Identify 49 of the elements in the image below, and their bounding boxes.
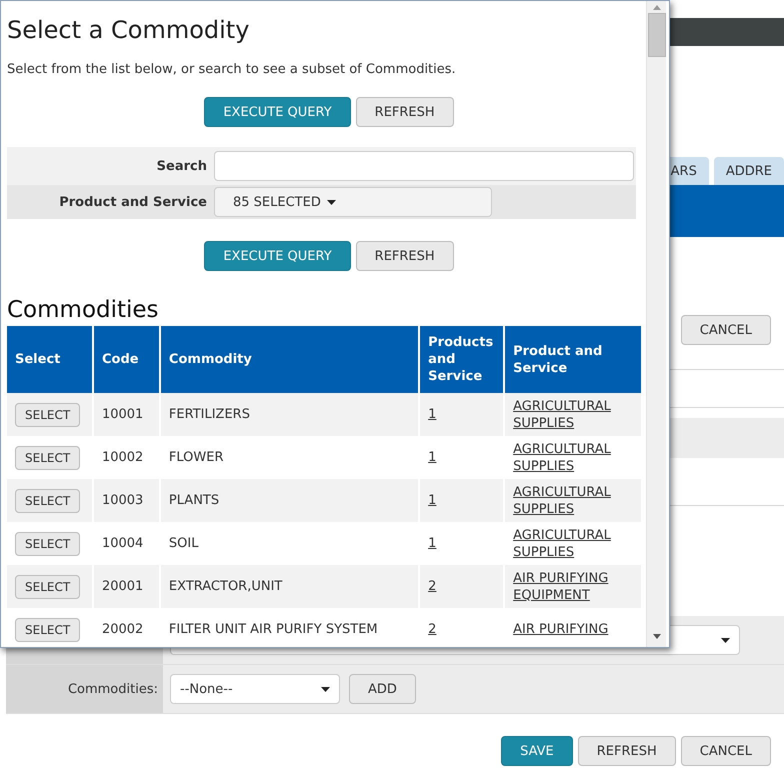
dialog-title: Select a Commodity bbox=[7, 16, 250, 44]
column-header: Select bbox=[7, 326, 93, 393]
product-link[interactable]: AGRICULTURAL SUPPLIES bbox=[513, 398, 633, 432]
product-link[interactable]: AGRICULTURAL SUPPLIES bbox=[513, 526, 633, 560]
table-cell: FILTER UNIT AIR PURIFY SYSTEM bbox=[160, 608, 420, 647]
caret-icon bbox=[321, 686, 330, 692]
instructions: Select from the list below, or search to see a subset of Commodities. bbox=[7, 62, 457, 77]
select-button[interactable]: SELECT bbox=[15, 446, 80, 470]
tab[interactable]: ADDRE bbox=[714, 157, 784, 185]
cancel-button[interactable]: CANCEL bbox=[680, 315, 771, 345]
caret-icon bbox=[721, 638, 730, 642]
search-label: Search bbox=[156, 158, 208, 174]
count-link[interactable]: 1 bbox=[428, 406, 436, 423]
count-link[interactable]: 1 bbox=[428, 449, 436, 466]
field-label: Commodities: bbox=[68, 682, 158, 696]
product-link[interactable]: AIR PURIFYING bbox=[513, 621, 608, 638]
count-link[interactable]: 1 bbox=[428, 535, 436, 552]
count-link[interactable]: 2 bbox=[428, 621, 436, 638]
query-button[interactable]: EXECUTE QUERY bbox=[204, 241, 351, 271]
footer-button[interactable]: CANCEL bbox=[680, 736, 771, 766]
count-link[interactable]: 2 bbox=[428, 578, 436, 595]
product-link[interactable]: AGRICULTURAL SUPPLIES bbox=[513, 484, 633, 518]
query-button[interactable]: REFRESH bbox=[356, 241, 454, 271]
select-button[interactable]: SELECT bbox=[15, 618, 80, 642]
footer-button[interactable]: REFRESH bbox=[578, 736, 676, 766]
add-button[interactable]: ADD bbox=[349, 674, 416, 704]
query-button[interactable]: REFRESH bbox=[356, 97, 454, 127]
column-header: Products and Service bbox=[419, 326, 504, 393]
table-cell: 20002 bbox=[92, 608, 160, 647]
column-header: Commodity bbox=[160, 326, 420, 393]
filter-dropdown[interactable]: 85 SELECTED bbox=[214, 187, 492, 217]
section-title: Commodities bbox=[7, 297, 160, 323]
caret-icon bbox=[326, 200, 336, 204]
footer-button[interactable]: SAVE bbox=[501, 736, 573, 766]
count-link[interactable]: 1 bbox=[428, 492, 436, 509]
filter-label: Product and Service bbox=[58, 194, 208, 210]
product-link[interactable]: AIR PURIFYING EQUIPMENT bbox=[513, 570, 633, 604]
scroll-up-icon[interactable] bbox=[652, 5, 660, 10]
select-button[interactable]: SELECT bbox=[15, 402, 80, 426]
select-button[interactable]: SELECT bbox=[15, 488, 80, 512]
scroll-down-icon[interactable] bbox=[652, 634, 660, 639]
column-header: Product and Service bbox=[504, 326, 642, 393]
query-button[interactable]: EXECUTE QUERY bbox=[204, 97, 351, 127]
scroll-thumb[interactable] bbox=[648, 13, 666, 57]
commodities-select[interactable]: --None-- bbox=[170, 674, 340, 704]
select-button[interactable]: SELECT bbox=[15, 574, 80, 598]
column-header: Code bbox=[92, 326, 160, 393]
select-button[interactable]: SELECT bbox=[15, 532, 80, 556]
product-link[interactable]: AGRICULTURAL SUPPLIES bbox=[513, 440, 633, 474]
